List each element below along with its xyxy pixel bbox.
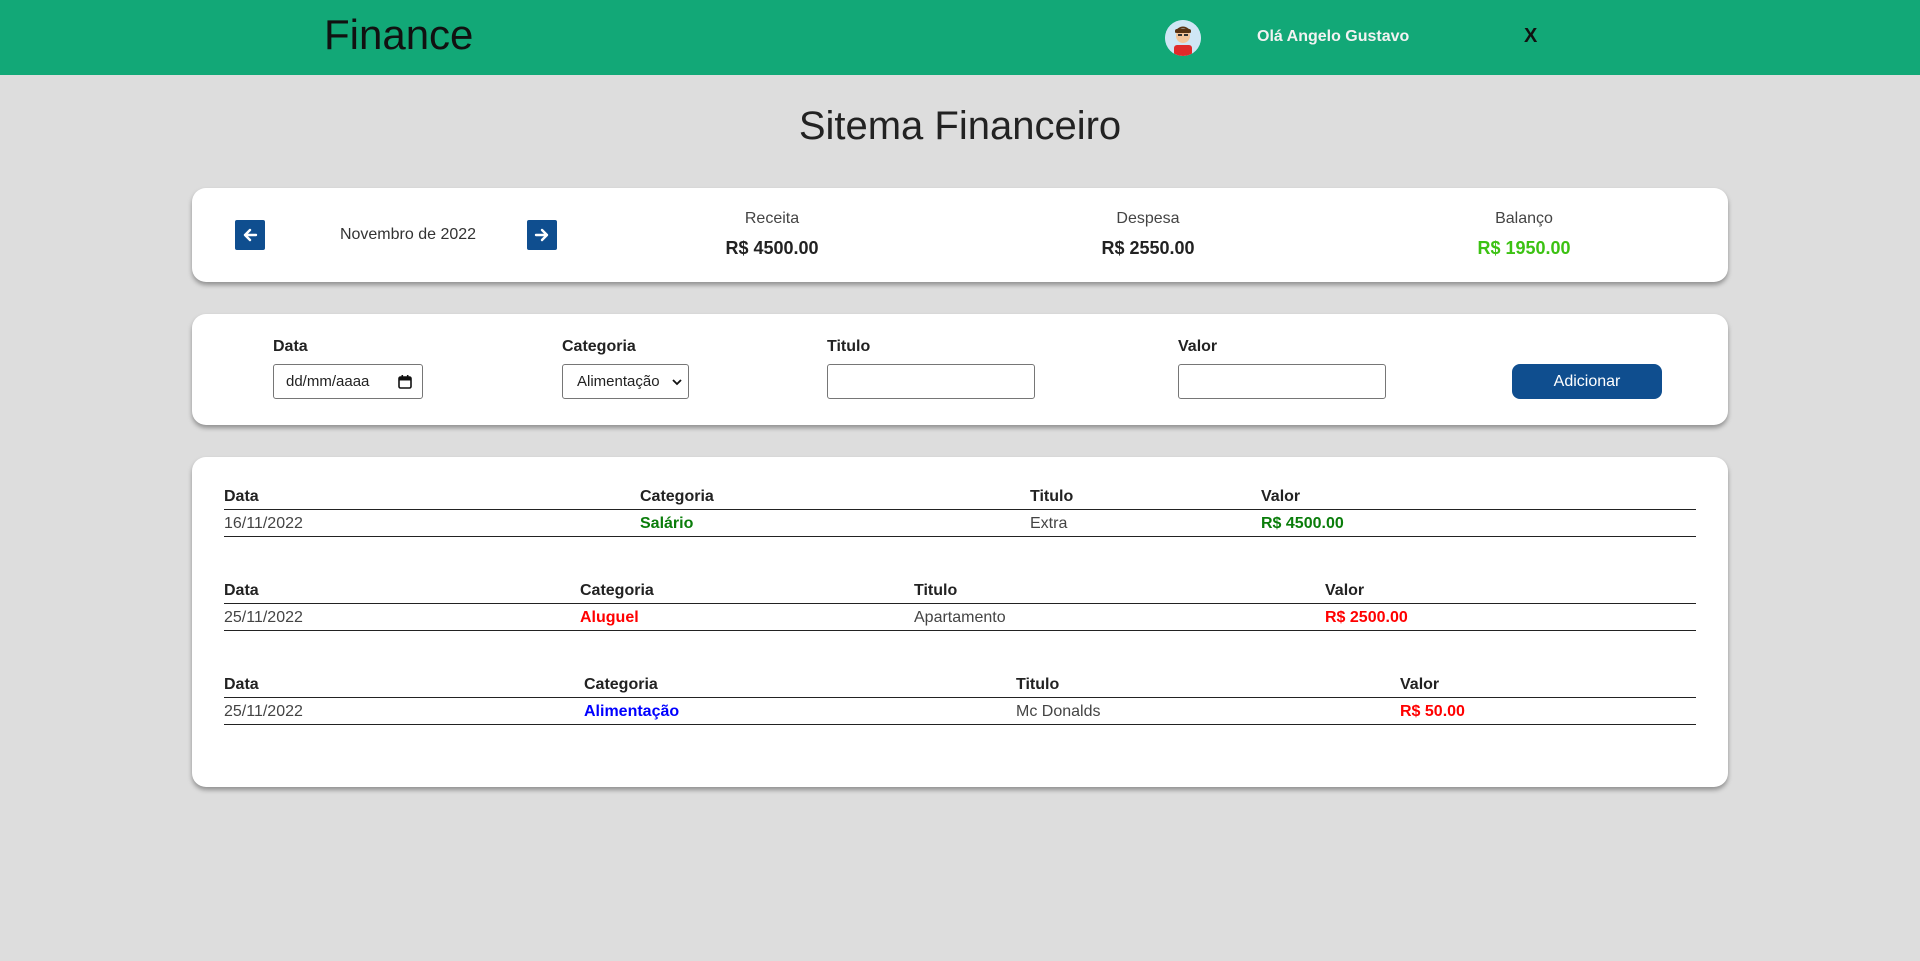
current-month: Novembro de 2022 bbox=[339, 226, 477, 243]
add-transaction-form: Data dd/mm/aaaa Categoria Alimentação Ti… bbox=[192, 314, 1728, 425]
receita-label: Receita bbox=[744, 210, 800, 227]
cell-valor: R$ 2500.00 bbox=[1325, 609, 1408, 626]
titulo-field: Titulo bbox=[827, 338, 1035, 399]
despesa-label: Despesa bbox=[1116, 210, 1180, 227]
cell-categoria: Alimentação bbox=[584, 703, 680, 720]
brand-logo: Finance bbox=[324, 11, 474, 58]
cell-categoria: Aluguel bbox=[580, 609, 639, 626]
title-input[interactable] bbox=[827, 364, 1035, 399]
balanco-label: Balanço bbox=[1495, 210, 1553, 227]
titulo-label: Titulo bbox=[827, 338, 871, 355]
page-title: Sitema Financeiro bbox=[798, 104, 1122, 148]
receita-stat: Receita R$ 4500.00 bbox=[672, 210, 872, 259]
column-header-titulo: Titulo bbox=[914, 582, 958, 599]
table-header: Data Categoria Titulo Valor bbox=[224, 483, 1696, 510]
categoria-label: Categoria bbox=[562, 338, 636, 355]
despesa-stat: Despesa R$ 2550.00 bbox=[1048, 210, 1248, 259]
column-header-categoria: Categoria bbox=[640, 488, 714, 505]
column-header-categoria: Categoria bbox=[580, 582, 654, 599]
transactions-card: Data Categoria Titulo Valor 16/11/2022 Salári… bbox=[192, 457, 1728, 787]
receita-value: R$ 4500.00 bbox=[725, 238, 819, 258]
data-field: Data dd/mm/aaaa bbox=[273, 338, 423, 399]
prev-month-button[interactable] bbox=[235, 220, 265, 250]
cell-titulo: Mc Donalds bbox=[1016, 703, 1101, 720]
transaction-table: Data Categoria Titulo Valor 25/11/2022 Alimen… bbox=[224, 671, 1696, 725]
arrow-right-icon bbox=[534, 228, 549, 242]
add-button[interactable]: Adicionar bbox=[1512, 364, 1662, 399]
date-placeholder: dd/mm/aaaa bbox=[286, 373, 370, 390]
table-row: 25/11/2022 Aluguel Apartamento R$ 2500.00 bbox=[224, 604, 1696, 631]
summary-card: Novembro de 2022 Receita R$ 4500.00 Desp… bbox=[192, 188, 1728, 282]
cell-titulo: Extra bbox=[1030, 515, 1068, 532]
column-header-valor: Valor bbox=[1400, 676, 1440, 693]
arrow-left-icon bbox=[243, 228, 258, 242]
chevron-down-icon bbox=[671, 377, 683, 387]
date-input[interactable]: dd/mm/aaaa bbox=[273, 364, 423, 399]
cell-titulo: Apartamento bbox=[914, 609, 1006, 626]
column-header-data: Data bbox=[224, 582, 259, 599]
table-row: 25/11/2022 Alimentação Mc Donalds R$ 50.00 bbox=[224, 698, 1696, 725]
table-header: Data Categoria Titulo Valor bbox=[224, 577, 1696, 604]
logout-button[interactable]: X bbox=[1524, 25, 1537, 48]
cell-data: 25/11/2022 bbox=[224, 703, 303, 720]
category-select[interactable]: Alimentação bbox=[562, 364, 689, 399]
column-header-valor: Valor bbox=[1261, 488, 1301, 505]
cell-data: 16/11/2022 bbox=[224, 515, 303, 532]
avatar bbox=[1165, 20, 1201, 56]
column-header-data: Data bbox=[224, 676, 259, 693]
cell-data: 25/11/2022 bbox=[224, 609, 303, 626]
column-header-data: Data bbox=[224, 488, 259, 505]
cell-valor: R$ 4500.00 bbox=[1261, 515, 1344, 532]
despesa-value: R$ 2550.00 bbox=[1101, 238, 1195, 258]
calendar-icon[interactable] bbox=[398, 375, 412, 389]
table-row: 16/11/2022 Salário Extra R$ 4500.00 bbox=[224, 510, 1696, 537]
value-input[interactable] bbox=[1178, 364, 1386, 399]
transaction-table: Data Categoria Titulo Valor 25/11/2022 Alugue… bbox=[224, 577, 1696, 631]
cell-categoria: Salário bbox=[640, 515, 694, 532]
column-header-categoria: Categoria bbox=[584, 676, 658, 693]
transaction-table: Data Categoria Titulo Valor 16/11/2022 Salári… bbox=[224, 483, 1696, 537]
user-greeting: Olá Angelo Gustavo bbox=[1257, 28, 1410, 45]
top-bar: Finance Olá Angelo Gustavo X bbox=[0, 0, 1920, 75]
column-header-valor: Valor bbox=[1325, 582, 1365, 599]
balanco-value: R$ 1950.00 bbox=[1477, 238, 1571, 258]
categoria-field: Categoria Alimentação bbox=[562, 338, 689, 399]
valor-label: Valor bbox=[1178, 338, 1218, 355]
balanco-stat: Balanço R$ 1950.00 bbox=[1424, 210, 1624, 259]
table-header: Data Categoria Titulo Valor bbox=[224, 671, 1696, 698]
valor-field: Valor bbox=[1178, 338, 1386, 399]
category-selected-value: Alimentação bbox=[577, 373, 660, 390]
data-label: Data bbox=[273, 338, 308, 355]
column-header-titulo: Titulo bbox=[1016, 676, 1060, 693]
cell-valor: R$ 50.00 bbox=[1400, 703, 1465, 720]
column-header-titulo: Titulo bbox=[1030, 488, 1074, 505]
next-month-button[interactable] bbox=[527, 220, 557, 250]
